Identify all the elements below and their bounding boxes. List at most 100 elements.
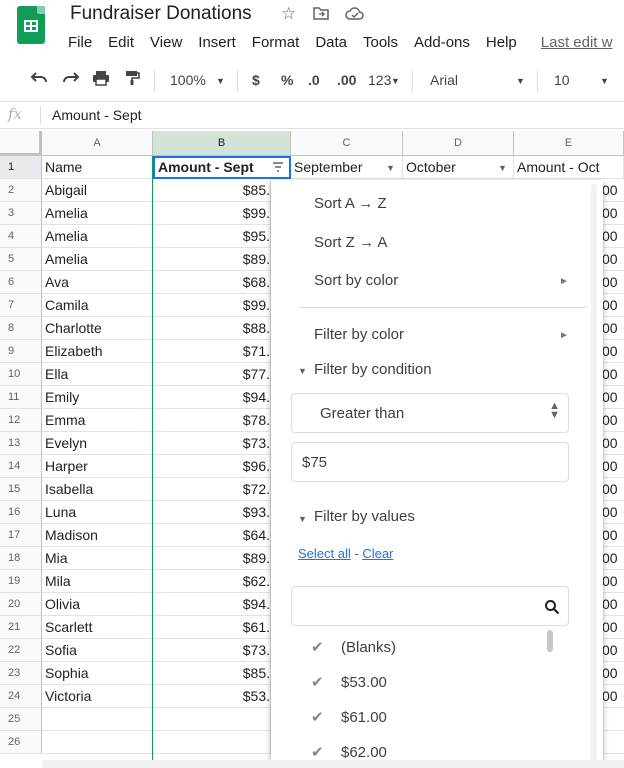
amount-oct-cell[interactable]: 00: [602, 340, 624, 363]
row-header[interactable]: 16: [0, 501, 42, 524]
amount-sept-cell[interactable]: $72.: [153, 478, 271, 501]
row-header[interactable]: 26: [0, 731, 42, 754]
column-header-b[interactable]: B: [153, 131, 291, 156]
column-header-a[interactable]: A: [42, 131, 153, 156]
amount-oct-cell[interactable]: 00: [602, 363, 624, 386]
cloud-status-icon[interactable]: [345, 6, 365, 26]
row-header[interactable]: 2: [0, 179, 42, 202]
amount-sept-cell[interactable]: $95.: [153, 225, 271, 248]
amount-sept-cell[interactable]: $89.: [153, 248, 271, 271]
condition-select[interactable]: Greater than ▲ ▼: [291, 393, 569, 433]
name-cell[interactable]: Ella: [42, 363, 153, 386]
amount-oct-cell[interactable]: 00: [602, 616, 624, 639]
condition-value-input[interactable]: $75: [291, 442, 569, 482]
expand-triangle-icon[interactable]: ▼: [298, 514, 307, 524]
row-header[interactable]: 5: [0, 248, 42, 271]
font-size-dropdown-icon[interactable]: ▼: [600, 76, 609, 86]
name-cell[interactable]: Evelyn: [42, 432, 153, 455]
sort-z-a-option[interactable]: Sort Z → A: [314, 234, 387, 251]
amount-oct-cell[interactable]: 00: [602, 179, 624, 202]
horizontal-scrollbar[interactable]: [42, 760, 624, 768]
row-header[interactable]: 7: [0, 294, 42, 317]
name-cell[interactable]: Emily: [42, 386, 153, 409]
menu-addons[interactable]: Add-ons: [406, 34, 478, 54]
amount-sept-cell[interactable]: $61.: [153, 616, 271, 639]
row-header[interactable]: 11: [0, 386, 42, 409]
amount-sept-cell[interactable]: $77.: [153, 363, 271, 386]
row-header[interactable]: 20: [0, 593, 42, 616]
font-size-select[interactable]: 10: [554, 72, 570, 88]
row-header[interactable]: 25: [0, 708, 42, 731]
filter-active-icon[interactable]: [272, 162, 284, 174]
name-cell[interactable]: Elizabeth: [42, 340, 153, 363]
undo-icon[interactable]: [30, 70, 48, 87]
sort-a-z-option[interactable]: Sort A → Z: [314, 195, 387, 212]
amount-sept-cell[interactable]: $85.: [153, 662, 271, 685]
more-formats-dropdown-icon[interactable]: ▼: [391, 76, 400, 86]
amount-oct-cell[interactable]: [602, 731, 624, 754]
amount-oct-cell[interactable]: 00: [602, 662, 624, 685]
expand-triangle-icon[interactable]: ▼: [298, 366, 307, 376]
zoom-dropdown-icon[interactable]: ▼: [216, 76, 225, 86]
row-header[interactable]: 6: [0, 271, 42, 294]
column-header-e[interactable]: E: [514, 131, 624, 156]
amount-sept-cell[interactable]: $94.: [153, 593, 271, 616]
amount-oct-cell[interactable]: 00: [602, 685, 624, 708]
filter-dropdown-icon[interactable]: ▼: [386, 163, 395, 173]
name-cell[interactable]: Victoria: [42, 685, 153, 708]
font-dropdown-icon[interactable]: ▼: [516, 76, 525, 86]
amount-sept-cell[interactable]: [153, 731, 271, 754]
name-cell[interactable]: Scarlett: [42, 616, 153, 639]
row-header[interactable]: 3: [0, 202, 42, 225]
name-cell[interactable]: Mia: [42, 547, 153, 570]
name-cell[interactable]: Amelia: [42, 248, 153, 271]
row-header-1[interactable]: 1: [0, 156, 42, 179]
amount-oct-cell[interactable]: 00: [602, 547, 624, 570]
amount-oct-cell[interactable]: [602, 708, 624, 731]
amount-oct-cell[interactable]: 00: [602, 478, 624, 501]
filter-by-condition-toggle[interactable]: Filter by condition: [314, 361, 432, 378]
name-cell[interactable]: Amelia: [42, 225, 153, 248]
filter-by-color-option[interactable]: Filter by color: [314, 326, 404, 343]
amount-oct-cell[interactable]: 00: [602, 409, 624, 432]
header-name[interactable]: Name: [42, 156, 153, 179]
menu-data[interactable]: Data: [307, 34, 355, 54]
amount-sept-cell[interactable]: $85.: [153, 179, 271, 202]
name-cell[interactable]: [42, 731, 153, 754]
amount-oct-cell[interactable]: 00: [602, 202, 624, 225]
paint-format-icon[interactable]: [124, 70, 140, 89]
menu-file[interactable]: File: [60, 34, 100, 54]
value-option[interactable]: ✔ $53.00: [311, 673, 387, 691]
row-header[interactable]: 23: [0, 662, 42, 685]
name-cell[interactable]: Madison: [42, 524, 153, 547]
menu-view[interactable]: View: [142, 34, 190, 54]
clear-link[interactable]: Clear: [362, 546, 393, 561]
values-list-scrollbar[interactable]: [547, 630, 553, 652]
row-header[interactable]: 17: [0, 524, 42, 547]
column-header-c[interactable]: C: [291, 131, 403, 156]
amount-oct-cell[interactable]: 00: [602, 271, 624, 294]
row-header[interactable]: 9: [0, 340, 42, 363]
amount-sept-cell[interactable]: $62.: [153, 570, 271, 593]
sort-by-color-option[interactable]: Sort by color: [314, 272, 398, 289]
last-edit-link[interactable]: Last edit w: [525, 34, 621, 54]
row-header[interactable]: 24: [0, 685, 42, 708]
amount-sept-cell[interactable]: $68.: [153, 271, 271, 294]
amount-oct-cell[interactable]: 00: [602, 248, 624, 271]
amount-sept-cell[interactable]: $89.: [153, 547, 271, 570]
amount-oct-cell[interactable]: 00: [602, 570, 624, 593]
amount-oct-cell[interactable]: 00: [602, 386, 624, 409]
amount-sept-cell[interactable]: $78.: [153, 409, 271, 432]
select-all-link[interactable]: Select all: [298, 546, 351, 561]
name-cell[interactable]: Abigail: [42, 179, 153, 202]
amount-sept-cell[interactable]: $73.: [153, 432, 271, 455]
name-cell[interactable]: Sophia: [42, 662, 153, 685]
amount-sept-cell[interactable]: $73.: [153, 639, 271, 662]
amount-oct-cell[interactable]: 00: [602, 524, 624, 547]
amount-sept-cell[interactable]: $93.: [153, 501, 271, 524]
amount-oct-cell[interactable]: 00: [602, 225, 624, 248]
name-cell[interactable]: Sofia: [42, 639, 153, 662]
row-header[interactable]: 18: [0, 547, 42, 570]
row-header[interactable]: 8: [0, 317, 42, 340]
move-to-folder-icon[interactable]: [313, 6, 329, 24]
